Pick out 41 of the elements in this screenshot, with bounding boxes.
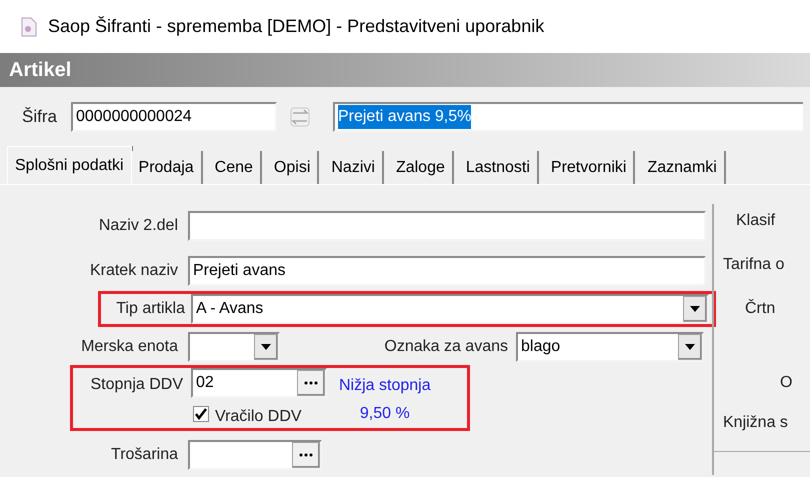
field-label: Klasif	[735, 211, 776, 231]
field-label: Naziv 2.del	[98, 216, 179, 236]
dropdown-field[interactable]: blago	[516, 332, 704, 362]
window-title: Saop Šifranti - sprememba [DEMO] - Predstavitveni uporabnik	[48, 15, 544, 38]
field-label: Tarifna o	[722, 255, 786, 275]
name-field[interactable]: Prejeti avans 9,5%	[332, 102, 803, 132]
field-label: Kratek naziv	[88, 261, 179, 281]
lookup-field[interactable]: 02	[191, 368, 327, 398]
field-label: Črtn	[744, 298, 776, 319]
dropdown-button[interactable]	[683, 296, 707, 322]
dropdown-button[interactable]	[678, 334, 702, 360]
dropdown-button[interactable]	[254, 334, 278, 360]
text-field[interactable]: Prejeti avans	[188, 256, 706, 286]
tab[interactable]: Splošni podatki	[7, 146, 132, 184]
dropdown-field[interactable]: A - Avans	[191, 294, 709, 324]
caret-icon	[685, 344, 695, 350]
ellipsis-icon	[299, 453, 313, 457]
dropdown-field[interactable]	[188, 332, 280, 362]
field-label: Oznaka za avans	[383, 337, 509, 357]
vat-rate-value: 9,50 %	[360, 404, 410, 424]
field-label: O	[779, 373, 794, 393]
field-label: Tip artikla	[115, 299, 186, 319]
checkbox-label: Vračilo DDV	[215, 407, 302, 422]
caret-icon	[690, 306, 700, 312]
lookup-button[interactable]	[292, 442, 320, 468]
field-label: Šifra	[22, 106, 57, 128]
code-field[interactable]: 0000000000024	[70, 102, 277, 132]
tab[interactable]: Prodaja	[132, 151, 203, 184]
ellipsis-icon	[304, 381, 318, 385]
field-label: Merska enota	[80, 337, 179, 357]
lookup-button[interactable]	[297, 370, 325, 396]
caret-icon	[261, 344, 271, 350]
lookup-field[interactable]	[188, 440, 322, 470]
field-label: Trošarina	[110, 445, 179, 465]
checkbox[interactable]	[193, 406, 209, 422]
text-field[interactable]	[188, 211, 706, 241]
field-label: Stopnja DDV	[90, 375, 184, 395]
header-title: Artikel	[9, 58, 72, 83]
field-label: Knjižna s	[722, 413, 789, 433]
check-icon	[195, 408, 207, 420]
vat-rate-name: Nižja stopnja	[339, 376, 431, 396]
